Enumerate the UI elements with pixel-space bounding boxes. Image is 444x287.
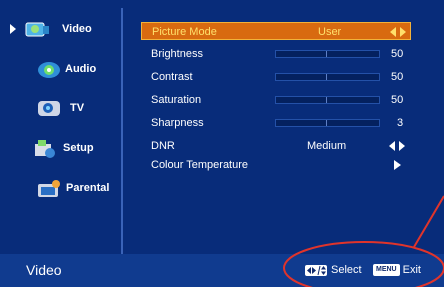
selected-arrow-icon xyxy=(10,24,16,34)
setting-dnr[interactable]: DNR Medium xyxy=(141,137,411,155)
parental-icon xyxy=(38,180,60,197)
saturation-slider[interactable] xyxy=(275,96,380,104)
menu-divider xyxy=(121,8,123,254)
sidebar-item-tv[interactable]: TV xyxy=(0,94,118,124)
setting-name: Saturation xyxy=(151,94,202,106)
left-right-arrows-icon[interactable] xyxy=(389,141,405,151)
exit-label: Exit xyxy=(402,264,421,276)
audio-icon xyxy=(38,62,60,78)
setting-name: Sharpness xyxy=(151,117,204,129)
setting-name: Colour Temperature xyxy=(151,159,249,171)
tv-osd-screen: Video Audio TV Setup Parental Picture Mo… xyxy=(0,0,444,287)
select-label: Select xyxy=(331,264,362,276)
sidebar-item-label: Setup xyxy=(63,142,94,154)
sidebar-item-label: Video xyxy=(62,23,92,35)
sidebar-item-video[interactable]: Video xyxy=(0,15,118,45)
setting-value: 3 xyxy=(397,117,404,129)
left-right-arrows-icon[interactable] xyxy=(390,27,406,37)
right-arrow-icon[interactable] xyxy=(393,160,401,170)
setting-name: Picture Mode xyxy=(152,26,217,38)
contrast-slider[interactable] xyxy=(275,73,380,81)
setting-contrast[interactable]: Contrast 50 xyxy=(141,68,411,86)
setting-saturation[interactable]: Saturation 50 xyxy=(141,91,411,109)
setting-value: Medium xyxy=(307,140,347,152)
setting-brightness[interactable]: Brightness 50 xyxy=(141,45,411,63)
setting-name: DNR xyxy=(151,140,175,152)
setup-icon xyxy=(35,140,55,158)
footer-title: Video xyxy=(26,262,62,278)
setting-colour-temperature[interactable]: Colour Temperature xyxy=(141,156,411,174)
callout-line xyxy=(413,195,444,248)
footer-bar: Video Select MENU Exit xyxy=(0,254,444,287)
sidebar-item-label: Parental xyxy=(66,182,110,194)
setting-value: 50 xyxy=(391,48,404,60)
menu-key: MENU xyxy=(373,264,400,276)
setting-value: 50 xyxy=(391,71,404,83)
sidebar-item-label: Audio xyxy=(65,63,97,75)
select-hint: Select xyxy=(305,264,362,276)
sidebar-item-audio[interactable]: Audio xyxy=(0,55,118,85)
sharpness-slider[interactable] xyxy=(275,119,380,127)
brightness-slider[interactable] xyxy=(275,50,380,58)
sidebar-menu: Video Audio TV Setup Parental xyxy=(0,8,118,254)
setting-sharpness[interactable]: Sharpness 3 xyxy=(141,114,411,132)
setting-name: Brightness xyxy=(151,48,203,60)
setting-value: 50 xyxy=(391,94,404,106)
navigate-keys-icon xyxy=(305,264,327,276)
sidebar-item-setup[interactable]: Setup xyxy=(0,134,118,164)
setting-picture-mode[interactable]: Picture Mode User xyxy=(141,22,411,40)
tv-icon xyxy=(38,101,60,116)
sidebar-item-label: TV xyxy=(70,102,85,114)
setting-name: Contrast xyxy=(151,71,193,83)
exit-hint: MENU Exit xyxy=(373,264,421,276)
video-icon xyxy=(25,22,49,37)
sidebar-item-parental[interactable]: Parental xyxy=(0,174,118,204)
setting-value: User xyxy=(318,26,342,38)
